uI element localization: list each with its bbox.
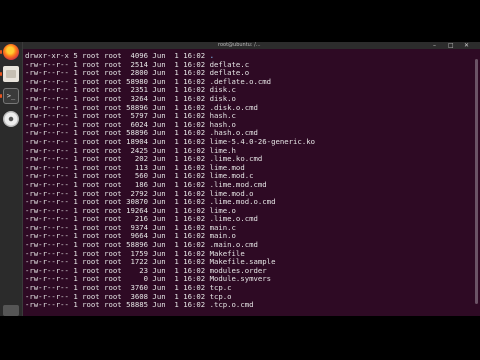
window-titlebar[interactable]: root@ubuntu: /... – □ ✕ [23,42,480,49]
running-indicator [0,72,2,76]
files-icon[interactable] [3,66,19,82]
firefox-icon[interactable] [3,44,19,60]
terminal-glyph: >_ [6,91,16,100]
terminal-view[interactable]: drwxr-xr-x 5 root root 4096 Jun 1 16:02 … [23,49,480,316]
scrollbar-thumb[interactable] [475,59,478,304]
listing-owner: root [77,300,100,310]
listing-time: 16:02 [178,300,206,310]
terminal-icon[interactable]: >_ [3,88,19,104]
terminal-output: drwxr-xr-x 5 root root 4096 Jun 1 16:02 … [25,51,315,310]
listing-perms: -rw-r--r-- [25,300,69,310]
listing-filename: .tcp.o.cmd [209,300,254,310]
close-button[interactable]: ✕ [464,42,469,49]
listing-meta: -rw-r--r-- 1 root root 58885 Jun 1 16:02 [25,300,210,309]
listing-month: Jun [148,300,166,310]
dock [0,42,23,316]
listing-day: 1 [165,300,179,310]
listing-links: 1 [68,300,78,310]
listing-row: -rw-r--r-- 1 root root 58885 Jun 1 16:02… [25,300,315,310]
maximize-button[interactable]: □ [448,42,454,49]
running-indicator [0,50,2,54]
listing-group: root [99,300,122,310]
listing-size: 58885 [121,300,149,310]
window-title: root@ubuntu: /... [218,42,261,48]
running-indicator [0,94,2,98]
trash-icon[interactable] [3,305,19,316]
disc-icon[interactable] [3,111,19,127]
minimize-button[interactable]: – [433,42,436,49]
terminal-scrollbar[interactable] [475,49,479,316]
